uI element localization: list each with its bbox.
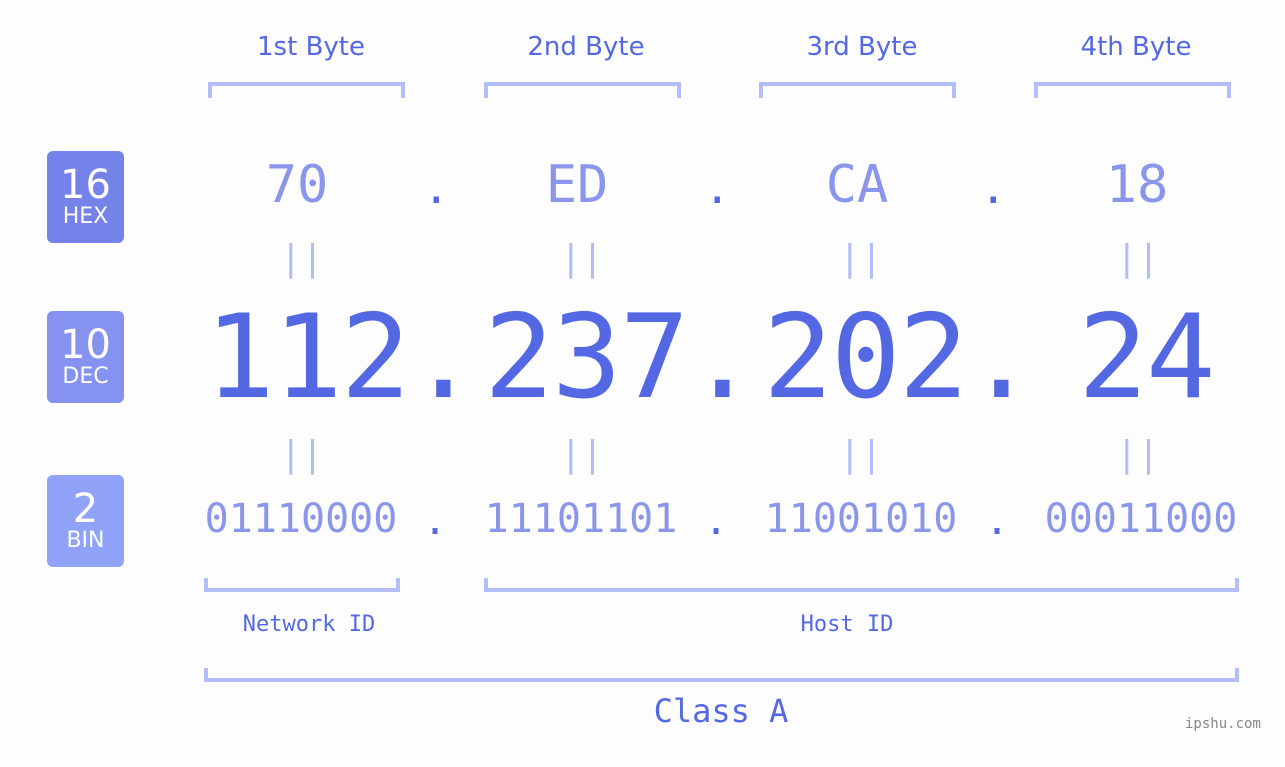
network-id-label: Network ID <box>242 612 376 637</box>
hex-dot-1: . <box>423 163 450 214</box>
host-id-label: Host ID <box>800 612 894 637</box>
byte-header-2: 2nd Byte <box>527 32 645 62</box>
hex-badge-label: HEX <box>62 204 109 229</box>
hex-badge-base: 16 <box>60 162 111 208</box>
bin-byte-2: 11101101 <box>484 496 678 542</box>
dec-dot-1: . <box>408 290 479 425</box>
hex-byte-4: 18 <box>1105 155 1169 215</box>
equals-sign: || <box>280 238 324 279</box>
hex-dot-2: . <box>704 163 731 214</box>
byte-header-1: 1st Byte <box>257 32 365 62</box>
dec-dot-2: . <box>687 290 758 425</box>
byte-header-4: 4th Byte <box>1080 32 1192 62</box>
byte-bracket-4 <box>1034 82 1231 98</box>
hex-dot-3: . <box>980 163 1007 214</box>
hex-byte-3: CA <box>825 155 889 215</box>
equals-sign: || <box>280 434 324 475</box>
dec-value-2: 237 <box>484 290 690 425</box>
dec-byte-3: 202. <box>763 290 1037 425</box>
dec-dot-3: . <box>966 290 1037 425</box>
hex-badge: 16 HEX <box>47 151 124 243</box>
dec-byte-4: 24 <box>1078 290 1216 425</box>
hex-byte-1: 70 <box>265 155 329 215</box>
equals-sign: || <box>560 434 604 475</box>
equals-sign: || <box>839 238 883 279</box>
watermark: ipshu.com <box>1185 716 1261 732</box>
bin-dot-1: . <box>423 498 448 544</box>
bin-dot-3: . <box>985 498 1010 544</box>
bin-byte-1: 01110000 <box>204 496 398 542</box>
network-id-bracket <box>204 578 400 592</box>
byte-bracket-2 <box>484 82 681 98</box>
bin-byte-3: 11001010 <box>764 496 958 542</box>
bin-badge: 2 BIN <box>47 475 124 567</box>
bin-badge-base: 2 <box>72 486 99 532</box>
byte-bracket-3 <box>759 82 956 98</box>
dec-value-4: 24 <box>1078 290 1216 425</box>
equals-sign: || <box>1116 434 1160 475</box>
byte-header-3: 3rd Byte <box>806 32 918 62</box>
equals-sign: || <box>560 238 604 279</box>
byte-bracket-1 <box>208 82 405 98</box>
bin-dot-2: . <box>704 498 729 544</box>
dec-value-3: 202 <box>763 290 969 425</box>
dec-byte-2: 237. <box>484 290 758 425</box>
dec-badge: 10 DEC <box>47 311 124 403</box>
host-id-bracket <box>484 578 1239 592</box>
dec-value-1: 112 <box>205 290 411 425</box>
equals-sign: || <box>839 434 883 475</box>
dec-badge-base: 10 <box>60 322 111 368</box>
dec-byte-1: 112. <box>205 290 479 425</box>
equals-sign: || <box>1116 238 1160 279</box>
bin-byte-4: 00011000 <box>1044 496 1238 542</box>
class-bracket <box>204 668 1239 682</box>
bin-badge-label: BIN <box>66 528 105 553</box>
class-label: Class A <box>653 692 789 730</box>
dec-badge-label: DEC <box>62 364 109 389</box>
hex-byte-2: ED <box>545 155 609 215</box>
